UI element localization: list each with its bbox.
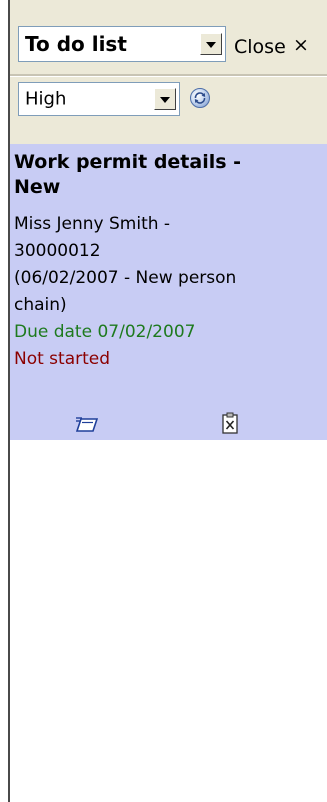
task-detail-line2: chain) [14, 295, 67, 315]
open-task-icon[interactable] [75, 416, 99, 436]
priority-select[interactable]: High [18, 82, 180, 116]
priority-select-value: High [25, 88, 67, 110]
list-select[interactable]: To do list [18, 26, 226, 62]
task-person-line2: 30000012 [14, 241, 101, 261]
chevron-down-icon [160, 97, 170, 103]
todo-panel: To do list Close × High Work permit deta… [8, 0, 327, 802]
task-detail-line1: (06/02/2007 - New person [14, 268, 237, 288]
toolbar-divider [10, 74, 327, 77]
task-title-line1: Work permit details - [14, 151, 242, 173]
task-title-line2: New [14, 176, 61, 198]
task-status: Not started [14, 349, 111, 369]
chevron-down-icon [206, 42, 216, 48]
close-icon[interactable]: × [293, 34, 309, 56]
task-card[interactable]: Work permit details - New Miss Jenny Smi… [10, 144, 327, 440]
task-due-date: Due date 07/02/2007 [14, 322, 196, 342]
priority-select-dropdown-button[interactable] [154, 88, 176, 110]
refresh-icon[interactable] [190, 88, 210, 108]
task-person-line1: Miss Jenny Smith - [14, 214, 171, 234]
panel-header: To do list Close × High [10, 0, 327, 144]
list-select-dropdown-button[interactable] [200, 33, 222, 55]
task-title[interactable]: Work permit details - New [14, 150, 320, 200]
clipboard-close-icon[interactable] [222, 412, 238, 438]
close-label[interactable]: Close [234, 36, 286, 58]
list-select-value: To do list [25, 32, 127, 56]
